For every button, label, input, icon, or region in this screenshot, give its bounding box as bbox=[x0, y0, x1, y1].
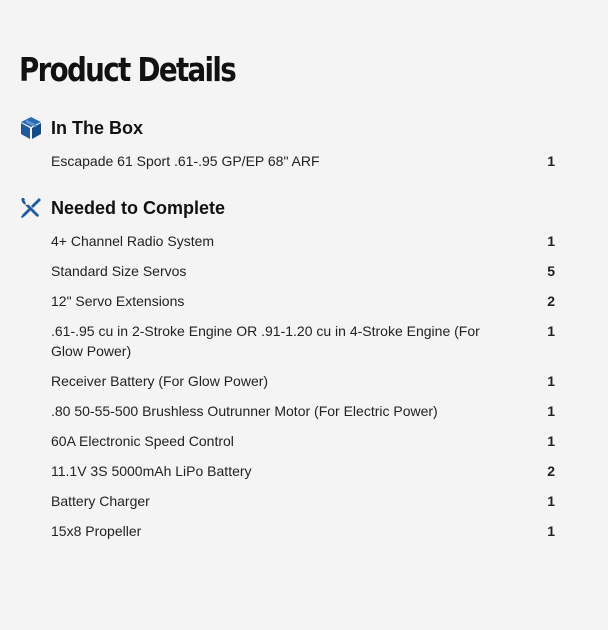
item-name: Escapade 61 Sport .61-.95 GP/EP 68" ARF bbox=[51, 153, 320, 169]
item-quantity: 1 bbox=[547, 323, 555, 339]
item-quantity: 1 bbox=[547, 493, 555, 509]
list-item: Receiver Battery (For Glow Power) 1 bbox=[19, 371, 559, 391]
item-name: Receiver Battery (For Glow Power) bbox=[51, 373, 269, 389]
tools-icon bbox=[19, 196, 43, 220]
section-in-the-box: In The Box Escapade 61 Sport .61-.95 GP/… bbox=[19, 116, 559, 171]
item-quantity: 5 bbox=[547, 263, 555, 279]
item-quantity: 1 bbox=[547, 433, 555, 449]
item-name: 12" Servo Extensions bbox=[51, 293, 185, 309]
list-item: 12" Servo Extensions 2 bbox=[19, 291, 559, 311]
item-quantity: 1 bbox=[547, 523, 555, 539]
item-quantity: 2 bbox=[547, 463, 555, 479]
list-item: Battery Charger 1 bbox=[19, 491, 559, 511]
list-item: Escapade 61 Sport .61-.95 GP/EP 68" ARF … bbox=[19, 151, 559, 171]
box-icon bbox=[19, 116, 43, 140]
list-item: 11.1V 3S 5000mAh LiPo Battery 2 bbox=[19, 461, 559, 481]
list-item: .80 50-55-500 Brushless Outrunner Motor … bbox=[19, 401, 559, 421]
list-item: 4+ Channel Radio System 1 bbox=[19, 231, 559, 251]
item-name: 15x8 Propeller bbox=[51, 523, 142, 539]
item-name: .61-.95 cu in 2-Stroke Engine OR .91-1.2… bbox=[51, 323, 480, 359]
item-name: 11.1V 3S 5000mAh LiPo Battery bbox=[51, 463, 252, 479]
item-quantity: 1 bbox=[547, 233, 555, 249]
item-name: 60A Electronic Speed Control bbox=[51, 433, 234, 449]
item-quantity: 1 bbox=[547, 403, 555, 419]
section-needed-to-complete: Needed to Complete 4+ Channel Radio Syst… bbox=[19, 196, 559, 541]
item-name: Battery Charger bbox=[51, 493, 150, 509]
section-header: Needed to Complete bbox=[19, 196, 559, 220]
item-quantity: 2 bbox=[547, 293, 555, 309]
item-quantity: 1 bbox=[547, 373, 555, 389]
list-item: .61-.95 cu in 2-Stroke Engine OR .91-1.2… bbox=[19, 321, 559, 361]
item-quantity: 1 bbox=[547, 153, 555, 169]
page-title: Product Details bbox=[19, 50, 237, 89]
list-item: 60A Electronic Speed Control 1 bbox=[19, 431, 559, 451]
needed-to-complete-list: 4+ Channel Radio System 1 Standard Size … bbox=[19, 231, 559, 541]
section-title-needed-to-complete: Needed to Complete bbox=[51, 197, 226, 218]
list-item: Standard Size Servos 5 bbox=[19, 261, 559, 281]
section-header: In The Box bbox=[19, 116, 559, 140]
section-title-in-the-box: In The Box bbox=[51, 117, 144, 138]
in-the-box-list: Escapade 61 Sport .61-.95 GP/EP 68" ARF … bbox=[19, 151, 559, 171]
list-item: 15x8 Propeller 1 bbox=[19, 521, 559, 541]
item-name: 4+ Channel Radio System bbox=[51, 233, 215, 249]
item-name: Standard Size Servos bbox=[51, 263, 187, 279]
item-name: .80 50-55-500 Brushless Outrunner Motor … bbox=[51, 403, 438, 419]
